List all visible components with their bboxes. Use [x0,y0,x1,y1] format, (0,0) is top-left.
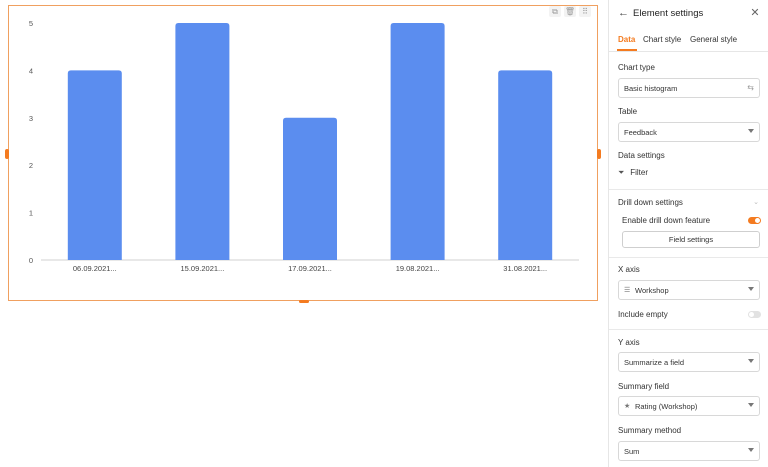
chart-type-label: Chart type [618,63,655,72]
x-tick-label: 06.09.2021... [73,264,117,273]
chart-element[interactable]: 0 1 2 3 4 5 06.09.2021... 15.09.2021... 17.09.20… [5,5,601,303]
y-tick-label: 0 [29,256,33,265]
chevron-down-icon[interactable]: ⌄ [753,198,759,206]
enable-drill-down-label: Enable drill down feature [622,216,711,225]
y-axis-label: Y axis [618,338,640,347]
chevron-down-icon [748,129,754,133]
summary-field-value: Rating (Workshop) [635,402,698,411]
y-tick-label: 3 [29,114,33,123]
y-axis-value: Summarize a field [624,358,685,367]
table-value: Feedback [624,128,657,137]
summary-method-label: Summary method [618,426,682,435]
chart-toolbar: ⧉ 🗑 ⠿ [549,6,591,17]
bar[interactable] [283,117,337,260]
list-icon: ☰ [624,287,631,294]
summary-method-value: Sum [624,447,640,456]
drill-down-toggle[interactable] [748,217,761,224]
resize-handle-right[interactable] [597,149,601,159]
divider [609,257,768,258]
table-select[interactable]: Feedback [618,122,760,142]
back-arrow-icon[interactable]: ← [618,7,630,19]
tab-general-style[interactable]: General style [690,35,737,44]
chevron-down-icon [748,448,754,452]
bar[interactable] [175,23,230,260]
x-tick-label: 19.08.2021... [396,264,440,273]
resize-handle-left[interactable] [5,149,9,159]
filter-button[interactable]: ⏷ Filter [618,168,648,178]
summary-method-select[interactable]: Sum [618,441,760,461]
x-tick-label: 31.08.2021... [503,264,547,273]
star-icon: ★ [624,403,631,410]
element-settings-panel: ← Element settings ✕ Data Chart style Ge… [608,0,768,467]
y-tick-label: 1 [29,209,33,218]
x-tick-label: 17.09.2021... [288,264,332,273]
bar[interactable] [67,70,122,261]
divider [609,189,768,190]
drag-icon[interactable]: ⠿ [579,6,591,17]
copy-icon[interactable]: ⧉ [549,6,561,17]
filter-label: Filter [630,168,649,177]
y-tick-label: 4 [29,66,33,75]
chevron-down-icon [748,287,754,291]
settings-tabs: Data Chart style General style [609,30,768,52]
include-empty-label: Include empty [618,310,668,319]
chevron-down-icon [748,359,754,363]
bar[interactable] [390,23,445,260]
chevron-down-icon [748,403,754,407]
data-settings-label: Data settings [618,151,665,160]
summary-field-select[interactable]: ★ Rating (Workshop) [618,396,760,416]
bar-chart: 0 1 2 3 4 5 06.09.2021... 15.09.2021... 17.09.20… [29,19,579,273]
swap-icon: ⇆ [747,83,754,92]
field-settings-button[interactable]: Field settings [622,231,760,248]
x-tick-label: 15.09.2021... [181,264,225,273]
y-axis-select[interactable]: Summarize a field [618,352,760,372]
x-axis-value: Workshop [635,286,669,295]
y-tick-label: 2 [29,161,33,170]
x-axis-select[interactable]: ☰ Workshop [618,280,760,300]
y-tick-label: 5 [29,19,33,28]
drill-down-label: Drill down settings [618,198,683,207]
panel-header: ← Element settings ✕ [609,0,768,28]
divider [609,329,768,330]
close-icon[interactable]: ✕ [749,7,761,19]
table-label: Table [618,107,638,116]
include-empty-toggle[interactable] [748,311,761,318]
filter-icon: ⏷ [618,168,625,177]
tab-data[interactable]: Data [618,35,635,44]
panel-title: Element settings [633,8,704,19]
summary-field-label: Summary field [618,382,670,391]
trash-icon[interactable]: 🗑 [564,6,576,17]
active-tab-indicator [617,49,637,51]
bar[interactable] [498,70,553,261]
chart-type-value: Basic histogram [624,84,678,93]
tab-chart-style[interactable]: Chart style [643,35,681,44]
resize-handle-bottom[interactable] [299,300,309,303]
chart-type-select[interactable]: Basic histogram ⇆ [618,78,760,98]
x-axis-label: X axis [618,265,640,274]
